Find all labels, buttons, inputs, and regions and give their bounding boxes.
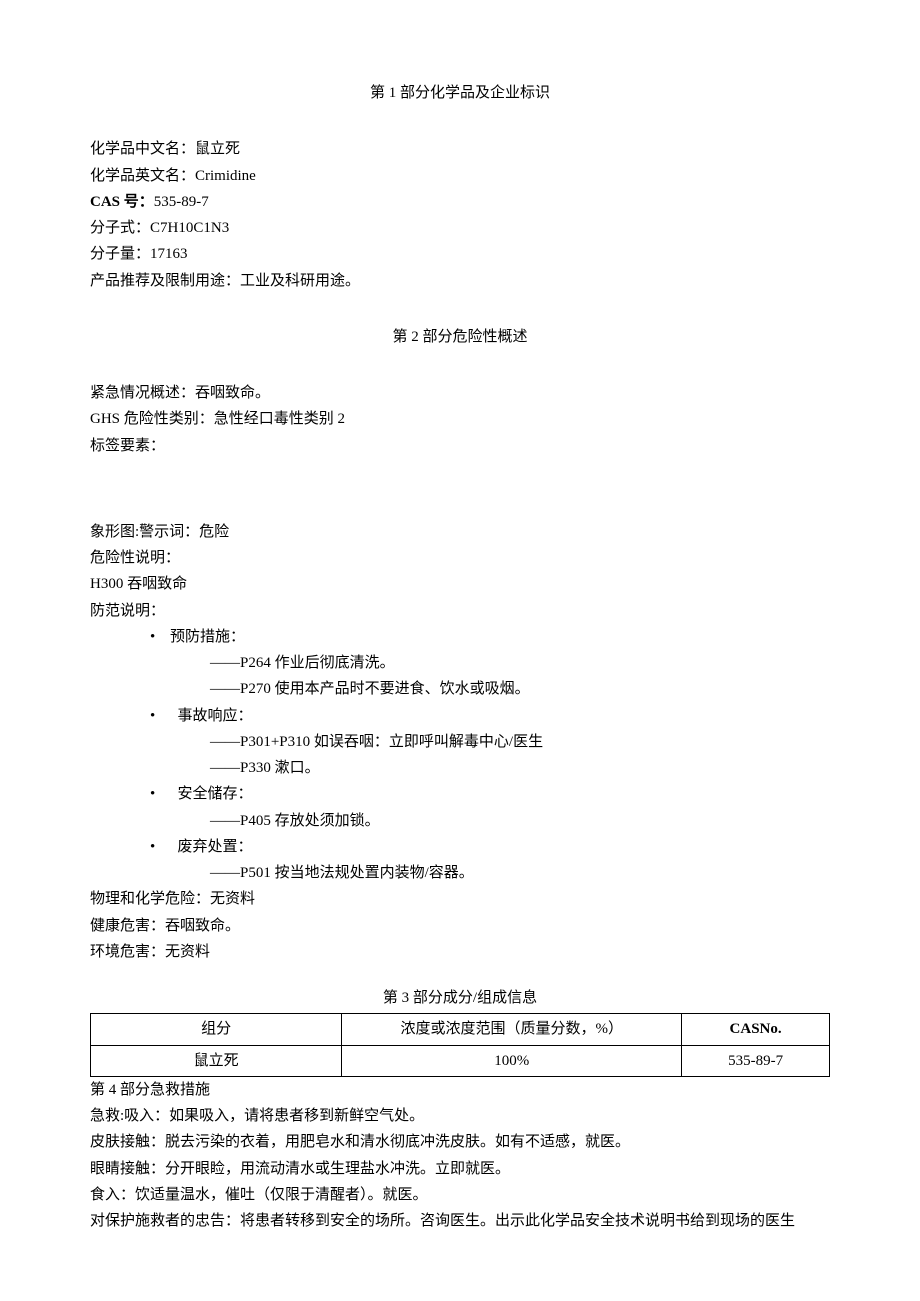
emergency-label: 紧急情况概述：: [90, 385, 195, 401]
storage-title-text: 安全储存：: [178, 786, 253, 802]
health-label: 健康危害：: [90, 918, 165, 934]
formula-value: C7H10C1N3: [150, 220, 229, 236]
hazard-stmt-label: 危险性说明：: [90, 545, 830, 571]
mw-label: 分子量：: [90, 246, 150, 262]
phys-chem: 物理和化学危险：无资料: [90, 886, 830, 912]
cas-value: 535-89-7: [154, 194, 209, 210]
name-cn-label: 化学品中文名：: [90, 141, 195, 157]
phys-chem-label: 物理和化学危险：: [90, 891, 210, 907]
use: 产品推荐及限制用途：工业及科研用途。: [90, 268, 830, 294]
p330: ——P330 漱口。: [90, 755, 830, 781]
td-concentration: 100%: [342, 1045, 682, 1076]
ghs-label: GHS 危险性类别：: [90, 411, 214, 427]
p501: ——P501 按当地法规处置内装物/容器。: [90, 860, 830, 886]
p270: ——P270 使用本产品时不要进食、饮水或吸烟。: [90, 676, 830, 702]
name-cn-value: 鼠立死: [195, 141, 240, 157]
disposal-title-text: 废弃处置：: [178, 839, 253, 855]
use-label: 产品推荐及限制用途：: [90, 273, 240, 289]
first-aid-ingestion: 食入：饮适量温水，催吐（仅限于清醒者）。就医。: [90, 1182, 830, 1208]
first-aid-inhalation: 急救:吸入：如果吸入，请将患者移到新鲜空气处。: [90, 1103, 830, 1129]
prevention-title: • 预防措施：: [90, 624, 830, 650]
th-concentration: 浓度或浓度范围（质量分数，%）: [342, 1014, 682, 1045]
precaution-label: 防范说明：: [90, 598, 830, 624]
health-value: 吞咽致命。: [165, 918, 240, 934]
table-row: 鼠立死 100% 535-89-7: [91, 1045, 830, 1076]
ghs-value: 急性经口毒性类别 2: [214, 411, 345, 427]
response-title: • 事故响应：: [90, 703, 830, 729]
env: 环境危害：无资料: [90, 939, 830, 965]
name-en: 化学品英文名：Crimidine: [90, 163, 830, 189]
th-component: 组分: [91, 1014, 342, 1045]
mw: 分子量：17163: [90, 241, 830, 267]
mw-value: 17163: [150, 246, 188, 262]
name-cn: 化学品中文名：鼠立死: [90, 136, 830, 162]
response-title-text: 事故响应：: [178, 708, 253, 724]
first-aid-skin: 皮肤接触：脱去污染的衣着，用肥皂水和清水彻底冲洗皮肤。如有不适感，就医。: [90, 1129, 830, 1155]
section2-title: 第 2 部分危险性概述: [90, 324, 830, 350]
hazard-h300: H300 吞咽致命: [90, 571, 830, 597]
p405: ——P405 存放处须加锁。: [90, 808, 830, 834]
section1-title: 第 1 部分化学品及企业标识: [90, 80, 830, 106]
first-aid-eye: 眼睛接触：分开眼睑，用流动清水或生理盐水冲洗。立即就医。: [90, 1156, 830, 1182]
disposal-title: • 废弃处置：: [90, 834, 830, 860]
emergency: 紧急情况概述：吞咽致命。: [90, 380, 830, 406]
first-aid-note: 对保护施救者的忠告：将患者转移到安全的场所。咨询医生。出示此化学品安全技术说明书…: [90, 1208, 830, 1234]
bullet-icon: •: [150, 834, 155, 860]
composition-table: 组分 浓度或浓度范围（质量分数，%） CASNo. 鼠立死 100% 535-8…: [90, 1013, 830, 1077]
env-value: 无资料: [165, 944, 210, 960]
bullet-icon: •: [150, 703, 155, 729]
section4-title: 第 4 部分急救措施: [90, 1077, 830, 1103]
th-casno: CASNo.: [682, 1014, 830, 1045]
cas-label: CAS 号：: [90, 194, 154, 210]
ghs: GHS 危险性类别：急性经口毒性类别 2: [90, 406, 830, 432]
formula-label: 分子式：: [90, 220, 150, 236]
env-label: 环境危害：: [90, 944, 165, 960]
td-component: 鼠立死: [91, 1045, 342, 1076]
storage-title: • 安全储存：: [90, 781, 830, 807]
formula: 分子式：C7H10C1N3: [90, 215, 830, 241]
pictogram-space: [90, 459, 830, 519]
bullet-icon: •: [150, 624, 155, 650]
section3-title: 第 3 部分成分/组成信息: [90, 985, 830, 1011]
cas: CAS 号：535-89-7: [90, 189, 830, 215]
phys-chem-value: 无资料: [210, 891, 255, 907]
p264: ——P264 作业后彻底清洗。: [90, 650, 830, 676]
name-en-value: Crimidine: [195, 168, 256, 184]
emergency-value: 吞咽致命。: [195, 385, 270, 401]
td-casno: 535-89-7: [682, 1045, 830, 1076]
pictogram-line: 象形图:警示词：危险: [90, 519, 830, 545]
prevention-title-text: 预防措施：: [170, 629, 245, 645]
name-en-label: 化学品英文名：: [90, 168, 195, 184]
p301: ——P301+P310 如误吞咽：立即呼叫解毒中心/医生: [90, 729, 830, 755]
bullet-icon: •: [150, 781, 155, 807]
health: 健康危害：吞咽致命。: [90, 913, 830, 939]
label-elements: 标签要素：: [90, 433, 830, 459]
use-value: 工业及科研用途。: [240, 273, 360, 289]
table-header-row: 组分 浓度或浓度范围（质量分数，%） CASNo.: [91, 1014, 830, 1045]
